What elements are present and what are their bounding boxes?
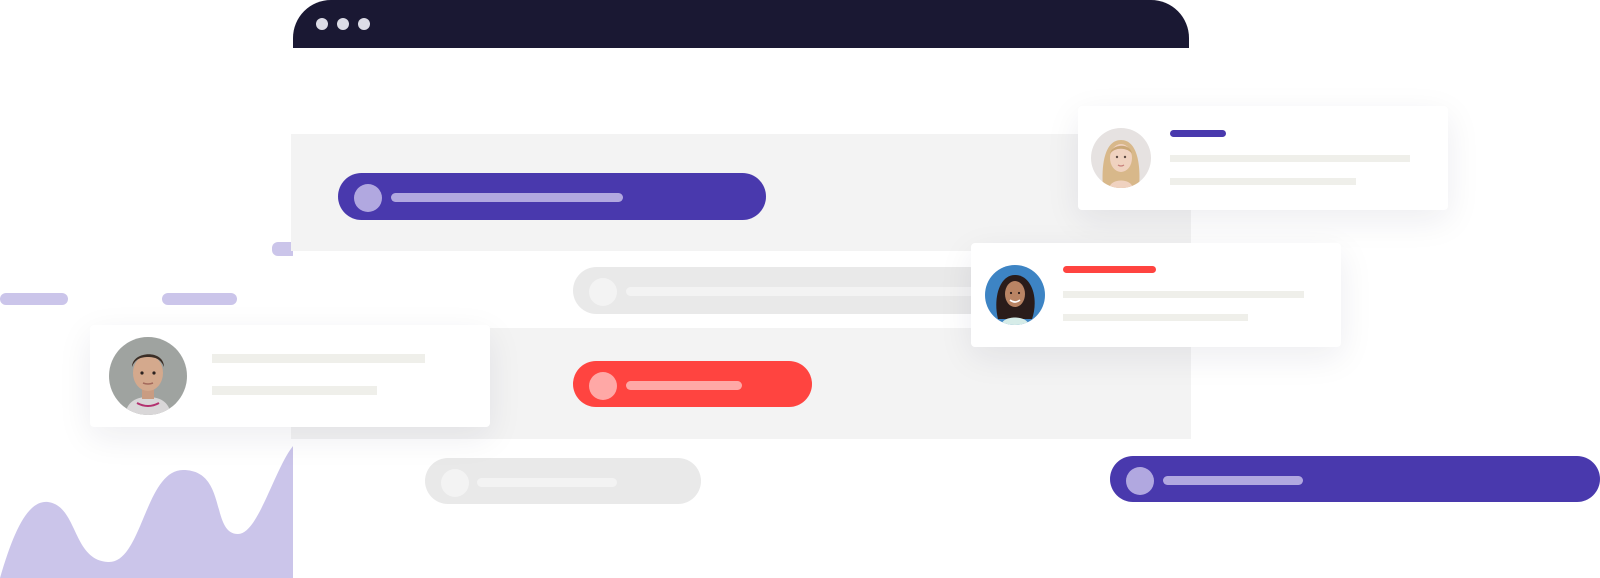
list-item-pill[interactable] [573,361,812,407]
window-dot-icon[interactable] [358,18,370,30]
toggle-knob-icon [1126,467,1154,495]
placeholder-text-line [1063,314,1248,321]
wave-chart-icon [0,446,293,578]
list-item-pill[interactable] [425,458,701,504]
window-dot-icon[interactable] [316,18,328,30]
card-accent-bar [1063,266,1156,273]
toggle-knob-icon [589,278,617,306]
man-avatar [109,337,187,415]
blonde-woman-avatar [1091,128,1151,188]
placeholder-text-bar [626,287,976,296]
placeholder-text-line [1170,178,1356,185]
list-item-pill[interactable] [1110,456,1600,502]
toggle-knob-icon [589,372,617,400]
placeholder-text-line [212,386,377,395]
decor-dash [0,293,68,305]
placeholder-text-line [212,354,425,363]
user-card-dark-hair-woman[interactable] [971,243,1341,347]
window-dot-icon[interactable] [337,18,349,30]
placeholder-text-bar [626,381,742,390]
placeholder-text-bar [391,193,623,202]
placeholder-text-line [1170,155,1410,162]
decor-dash [162,293,237,305]
toggle-knob-icon [354,184,382,212]
list-item-pill[interactable] [338,173,766,220]
placeholder-text-bar [477,478,617,487]
toggle-knob-icon [441,469,469,497]
card-accent-bar [1170,130,1226,137]
user-card-man[interactable] [90,325,490,427]
placeholder-text-bar [1163,476,1303,485]
user-card-blonde-woman[interactable] [1078,106,1448,210]
window-titlebar [293,0,1189,48]
dark-hair-woman-avatar [985,265,1045,325]
list-item-pill[interactable] [573,267,993,314]
placeholder-text-line [1063,291,1304,298]
